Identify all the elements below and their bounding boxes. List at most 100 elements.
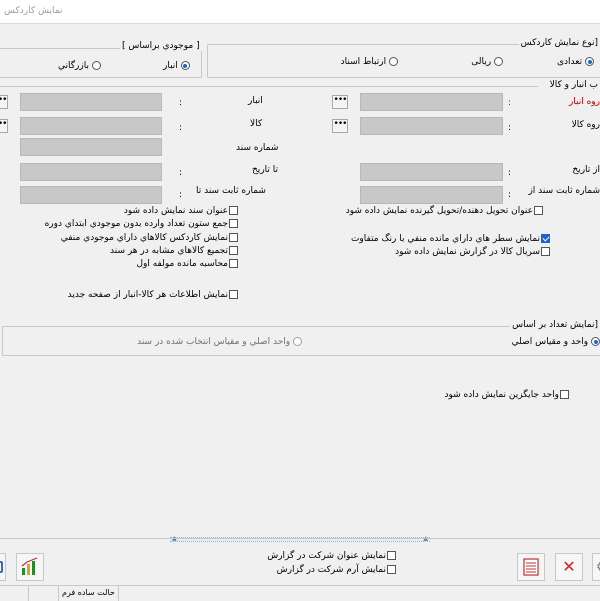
close-icon: ✕ (562, 557, 576, 576)
warehouse-section-legend: ب انبار و کالا (547, 80, 600, 90)
option-new-page[interactable]: نمايش اطلاعات هر کالا-انبار از صفحه جديد (68, 290, 238, 300)
preview-report-button[interactable] (517, 553, 545, 581)
radio-doc-link-label: ارتباط اسناد (340, 57, 387, 67)
option-new-page-label: نمايش اطلاعات هر کالا-انبار از صفحه جديد (67, 290, 228, 300)
radio-doc-link-indicator[interactable] (389, 57, 398, 66)
option-negative-color-checkbox[interactable] (541, 234, 550, 243)
close-button[interactable]: ✕ (555, 553, 583, 581)
fixed-doc-from-field[interactable] (360, 186, 503, 204)
radio-count[interactable]: تعدادی (557, 57, 594, 67)
show-company-logo-label: نمايش آرم شرکت در گزارش (276, 565, 386, 575)
settings-button[interactable]: ⚙ (592, 553, 600, 581)
radio-main-unit-indicator[interactable] (591, 337, 600, 346)
warehouse-field[interactable] (20, 93, 162, 111)
option-negative-color[interactable]: نمايش سطر هاي داراي مانده منفي با رنگ مت… (351, 234, 550, 244)
option-first-component-checkbox[interactable] (229, 259, 238, 268)
radio-count-indicator[interactable] (585, 57, 594, 66)
warehouse-colon: : (179, 98, 183, 108)
radio-main-unit-label: واحد و مقياس اصلي (511, 337, 589, 347)
status-divider (28, 586, 29, 601)
goods-label: کالا (250, 119, 263, 129)
option-doc-title-checkbox[interactable] (229, 206, 238, 215)
from-date-label: از تاريخ (572, 165, 600, 175)
option-negative-stock-label: نمايش کاردکس کالاهاي داراي موجودي منفي (60, 233, 228, 243)
warehouse-group-label: روه انبار (568, 97, 600, 107)
option-sum-incoming[interactable]: جمع ستون تعداد وارده بدون موجودي ابتداي … (45, 219, 238, 229)
radio-commercial-label: بازرگاني (58, 61, 89, 71)
radio-commercial-indicator[interactable] (91, 61, 101, 70)
edge-tool-icon (0, 561, 3, 573)
show-company-logo-checkbox[interactable] (387, 565, 396, 574)
option-deliverer-title-checkbox[interactable] (534, 206, 543, 215)
fixed-doc-from-colon: : (508, 190, 512, 200)
fixed-doc-to-field[interactable] (20, 186, 162, 204)
option-alt-unit[interactable]: واحد جايگزين نمايش داده شود (444, 390, 569, 400)
doc-number-label: شماره سند (236, 143, 279, 153)
option-alt-unit-checkbox[interactable] (560, 390, 569, 399)
from-date-field[interactable] (360, 163, 503, 181)
to-date-field[interactable] (20, 163, 162, 181)
show-company-title[interactable]: نمايش عنوان شرکت در گزارش (267, 551, 396, 561)
goods-group-browse-button[interactable]: ••• (332, 119, 348, 133)
radio-rial[interactable]: ریالی (471, 57, 503, 67)
goods-group-label: روه کالا (571, 120, 600, 130)
display-type-legend: [نوع نمایش کاردکس (518, 38, 600, 48)
radio-rial-indicator[interactable] (494, 57, 503, 66)
warehouse-group-browse-button[interactable]: ••• (332, 95, 348, 109)
status-divider-3 (118, 586, 119, 601)
option-deliverer-title-label: عنوان تحويل دهنده/تحويل گيرنده نمايش داد… (345, 206, 533, 216)
goods-field[interactable] (20, 117, 162, 135)
option-first-component-label: محاسبه مانده مولفه اول (136, 259, 228, 269)
title-bar: نمایش کاردکس (0, 0, 600, 24)
fixed-doc-to-colon: : (179, 190, 183, 200)
radio-commercial[interactable]: بازرگاني (58, 61, 101, 71)
radio-main-unit[interactable]: واحد و مقياس اصلي (512, 337, 600, 347)
radio-warehouse-indicator[interactable] (180, 61, 190, 70)
radio-selected-unit-indicator[interactable] (293, 337, 302, 346)
fixed-doc-from-label: شماره ثابت سند از (528, 186, 600, 196)
show-company-logo[interactable]: نمايش آرم شرکت در گزارش (277, 565, 396, 575)
option-negative-color-label: نمايش سطر هاي داراي مانده منفي با رنگ مت… (350, 234, 540, 244)
bottom-toolbar: نمايش عنوان شرکت در گزارش نمايش آرم شرکت… (0, 538, 600, 586)
status-text: حالت ساده فرم (62, 588, 115, 597)
window-title: نمایش کاردکس (4, 6, 63, 16)
radio-rial-label: ریالی (471, 57, 492, 67)
chart-icon (21, 557, 38, 575)
option-doc-title[interactable]: عنوان سند نمايش داده شود (124, 206, 238, 216)
option-serial-checkbox[interactable] (541, 247, 550, 256)
radio-warehouse[interactable]: انبار (163, 61, 190, 71)
status-divider-2 (58, 586, 59, 601)
option-first-component[interactable]: محاسبه مانده مولفه اول (136, 259, 238, 269)
radio-selected-unit[interactable]: واحد اصلي و مقياس انتخاب شده در سند (137, 337, 302, 347)
warehouse-group-field[interactable] (360, 93, 503, 111)
doc-number-field[interactable] (20, 138, 162, 156)
warehouse-browse-button[interactable]: ••• (0, 95, 8, 109)
goods-group-field[interactable] (360, 117, 503, 135)
option-aggregate-similar-checkbox[interactable] (229, 246, 238, 255)
radio-warehouse-label: انبار (163, 61, 178, 71)
goods-colon: : (179, 123, 183, 133)
option-alt-unit-label: واحد جايگزين نمايش داده شود (444, 390, 559, 400)
option-serial[interactable]: سريال کالا در گزارش نمايش داده شود (395, 247, 550, 257)
option-negative-stock-checkbox[interactable] (229, 233, 238, 242)
option-aggregate-similar[interactable]: تجميع کالاهاي مشابه در هر سند (110, 246, 238, 256)
option-negative-stock[interactable]: نمايش کاردکس کالاهاي داراي موجودي منفي (61, 233, 238, 243)
gear-icon: ⚙ (596, 560, 600, 575)
show-company-title-checkbox[interactable] (387, 551, 396, 560)
count-basis-legend: [نمايش تعداد بر اساس (510, 320, 600, 330)
radio-doc-link[interactable]: ارتباط اسناد (341, 57, 398, 67)
option-aggregate-similar-label: تجميع کالاهاي مشابه در هر سند (110, 246, 228, 256)
warehouse-label: انبار (248, 96, 263, 106)
from-date-colon: : (508, 168, 512, 178)
fixed-doc-to-label: شماره ثابت سند تا (196, 186, 266, 196)
chart-report-button[interactable] (16, 553, 44, 581)
display-type-group (207, 44, 600, 78)
option-serial-label: سريال کالا در گزارش نمايش داده شود (395, 247, 540, 257)
goods-group-colon: : (508, 123, 512, 133)
goods-browse-button[interactable]: ••• (0, 119, 8, 133)
radio-count-label: تعدادی (557, 57, 583, 67)
option-deliverer-title[interactable]: عنوان تحويل دهنده/تحويل گيرنده نمايش داد… (346, 206, 543, 216)
option-sum-incoming-checkbox[interactable] (229, 219, 238, 228)
edge-tool-button[interactable] (0, 553, 6, 581)
option-new-page-checkbox[interactable] (229, 290, 238, 299)
